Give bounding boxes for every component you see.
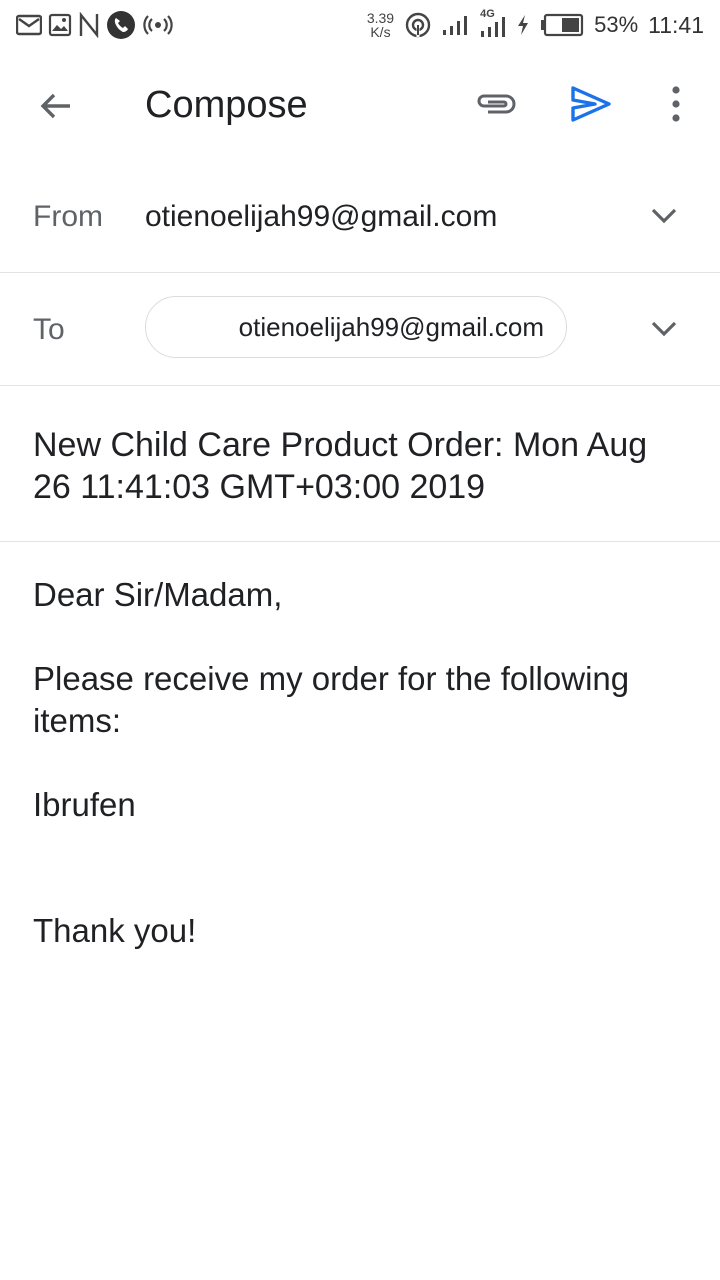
recipient-chip[interactable]: otienoelijah99@gmail.com — [145, 296, 567, 358]
subject-row: New Child Care Product Order: Mon Aug 26… — [0, 386, 720, 542]
subject-field[interactable]: New Child Care Product Order: Mon Aug 26… — [33, 424, 693, 508]
body-greeting: Dear Sir/Madam, — [33, 576, 283, 613]
compose-toolbar: Compose — [0, 50, 720, 160]
battery-icon — [540, 10, 584, 40]
to-expand-button[interactable] — [648, 313, 680, 345]
page-title: Compose — [145, 84, 308, 126]
body-item: Ibrufen — [33, 786, 136, 823]
back-button[interactable] — [30, 80, 82, 132]
from-label: From — [33, 200, 103, 233]
wifi-icon — [404, 10, 432, 40]
body-intro: Please receive my order for the followin… — [33, 660, 630, 739]
attach-button[interactable] — [470, 82, 522, 126]
back-arrow-icon — [40, 93, 70, 119]
send-button[interactable] — [565, 80, 617, 128]
notification-icons — [0, 10, 174, 40]
call-icon — [106, 10, 136, 40]
send-icon — [571, 86, 611, 122]
body-closing: Thank you! — [33, 912, 197, 949]
net-speed: 3.39 K/s — [367, 11, 394, 39]
signal-4g-icon: 4G — [478, 8, 506, 40]
battery-percent: 53% — [594, 12, 639, 37]
net-speed-unit: K/s — [370, 24, 391, 40]
status-bar: 3.39 K/s 4G 53% 11:41 — [0, 0, 720, 50]
nfc-icon — [78, 10, 100, 40]
network-type: 4G — [480, 8, 495, 20]
net-speed-value: 3.39 — [366, 10, 395, 26]
to-row: To otienoelijah99@gmail.com — [0, 273, 720, 386]
status-clock: 11:41 — [648, 11, 704, 38]
gallery-icon — [48, 10, 72, 40]
from-expand-button[interactable] — [648, 200, 680, 232]
system-icons: 3.39 K/s 4G 53% 11:41 — [367, 8, 720, 40]
more-options-button[interactable] — [656, 80, 696, 128]
hotspot-icon — [142, 10, 174, 40]
from-field[interactable]: otienoelijah99@gmail.com — [145, 200, 497, 234]
charging-icon — [516, 10, 530, 40]
signal-icon — [442, 10, 468, 40]
to-label: To — [33, 313, 65, 346]
chevron-down-icon — [651, 208, 677, 224]
recipient-chip-label: otienoelijah99@gmail.com — [238, 311, 544, 342]
compose-body[interactable]: Dear Sir/Madam, Please receive my order … — [33, 574, 693, 952]
from-row: From otienoelijah99@gmail.com — [0, 160, 720, 273]
chevron-down-icon — [651, 321, 677, 337]
attach-icon — [477, 94, 516, 114]
more-vert-icon — [672, 86, 680, 122]
gmail-icon — [16, 10, 42, 40]
